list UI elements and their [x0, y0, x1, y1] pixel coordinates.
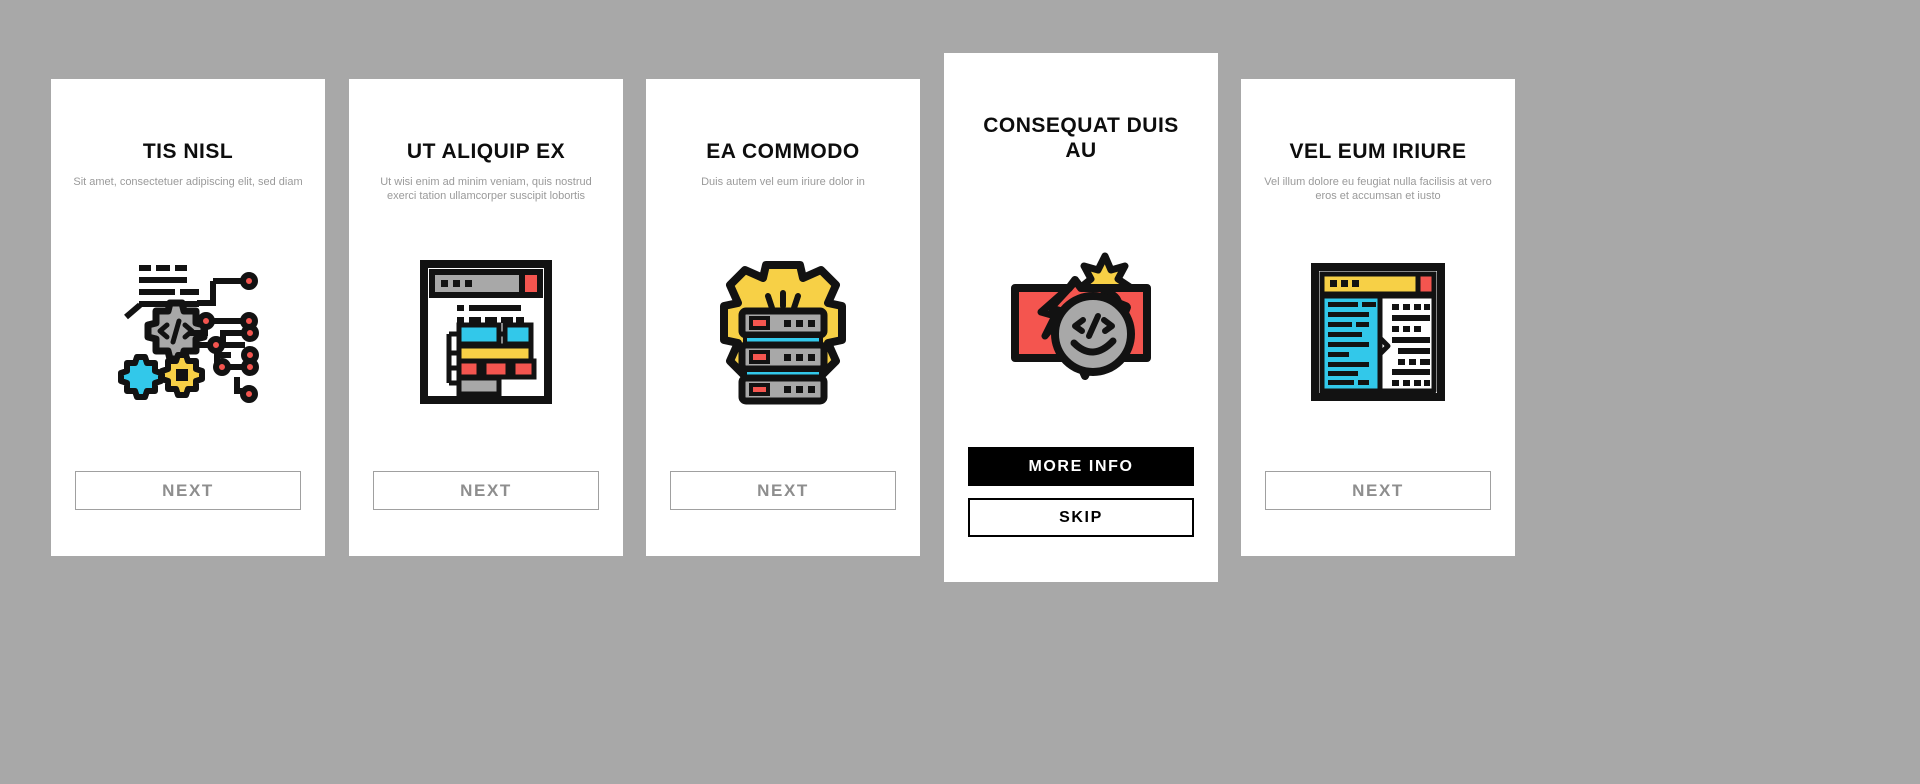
more-info-button[interactable]: MORE INFO [968, 447, 1194, 486]
onboarding-card-vel-eum-iriure[interactable]: VEL EUM IRIURE Vel illum dolore eu feugi… [1241, 79, 1515, 556]
page-title: VEL EUM IRIURE [1289, 140, 1467, 163]
page-subtitle: Sit amet, consectetuer adipiscing elit, … [73, 175, 303, 188]
icon-container [51, 257, 325, 407]
page-subtitle: Vel illum dolore eu feugiat nulla facili… [1264, 175, 1492, 203]
icon-container [349, 257, 623, 407]
gears-code-circuit-icon [113, 259, 263, 405]
page-title: CONSEQUAT DUIS AU [983, 114, 1179, 162]
onboarding-card-consequat-duis-au[interactable]: CONSEQUAT DUIS AU MORE INFO SKIP [944, 53, 1218, 582]
onboarding-card-tis-nisl[interactable]: TIS NISL Sit amet, consectetuer adipisci… [51, 79, 325, 556]
onboarding-screens-board: TIS NISL Sit amet, consectetuer adipisci… [0, 0, 1920, 784]
page-title: EA COMMODO [706, 140, 860, 163]
page-subtitle: Ut wisi enim ad minim veniam, quis nostr… [380, 175, 592, 203]
bug-bomb-chat-icon [1001, 250, 1161, 390]
page-subtitle: Duis autem vel eum iriure dolor in [701, 175, 865, 188]
icon-container [1241, 257, 1515, 407]
icon-container [646, 257, 920, 407]
skip-button[interactable]: SKIP [968, 498, 1194, 537]
browser-flowchart-icon [419, 259, 553, 405]
onboarding-card-ut-aliquip-ex[interactable]: UT ALIQUIP EX Ut wisi enim ad minim veni… [349, 79, 623, 556]
page-title: TIS NISL [142, 140, 234, 163]
next-button[interactable]: NEXT [75, 471, 301, 510]
icon-container [944, 245, 1218, 395]
page-title: UT ALIQUIP EX [406, 140, 566, 163]
code-editor-window-icon [1310, 262, 1446, 402]
onboarding-card-ea-commodo[interactable]: EA COMMODO Duis autem vel eum iriure dol… [646, 79, 920, 556]
next-button[interactable]: NEXT [1265, 471, 1491, 510]
next-button[interactable]: NEXT [373, 471, 599, 510]
next-button[interactable]: NEXT [670, 471, 896, 510]
server-gear-icon [715, 259, 851, 405]
